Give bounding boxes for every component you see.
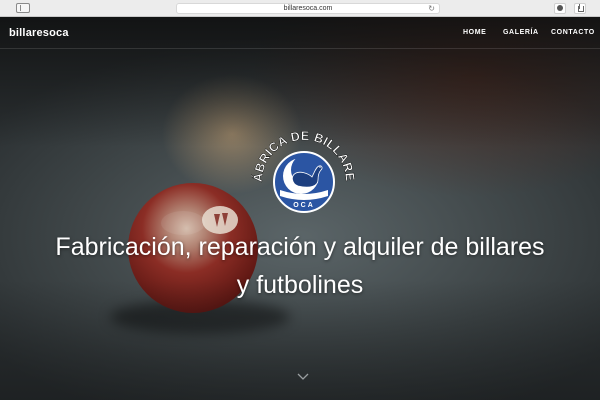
browser-toolbar: billaresoca.com ↻	[0, 0, 600, 17]
hero-headline: Fabricación, reparación y alquiler de bi…	[20, 228, 580, 304]
download-icon[interactable]	[554, 3, 566, 14]
nav-link-home[interactable]: HOME	[463, 29, 486, 36]
logo-oca-text: OCA	[293, 202, 315, 209]
url-text: billaresoca.com	[283, 5, 333, 12]
reload-icon[interactable]: ↻	[428, 4, 435, 13]
chevron-down-icon[interactable]	[297, 368, 309, 380]
headline-line-1: Fabricación, reparación y alquiler de bi…	[55, 233, 545, 261]
nav-link-galeria[interactable]: GALERÍA	[503, 29, 539, 36]
address-bar[interactable]: billaresoca.com ↻	[176, 3, 440, 14]
sidebar-icon[interactable]	[16, 3, 30, 13]
share-icon[interactable]	[574, 3, 586, 14]
fabrica-de-billares-logo: FÁBRICA DE BILLARES OCA	[243, 115, 360, 226]
nav-link-contacto[interactable]: CONTACTO	[551, 29, 595, 36]
site-navbar: billaresoca HOME GALERÍA CONTACTO	[0, 17, 600, 49]
brand-logo-text[interactable]: billaresoca	[9, 27, 69, 39]
headline-line-2: y futbolines	[236, 271, 364, 299]
